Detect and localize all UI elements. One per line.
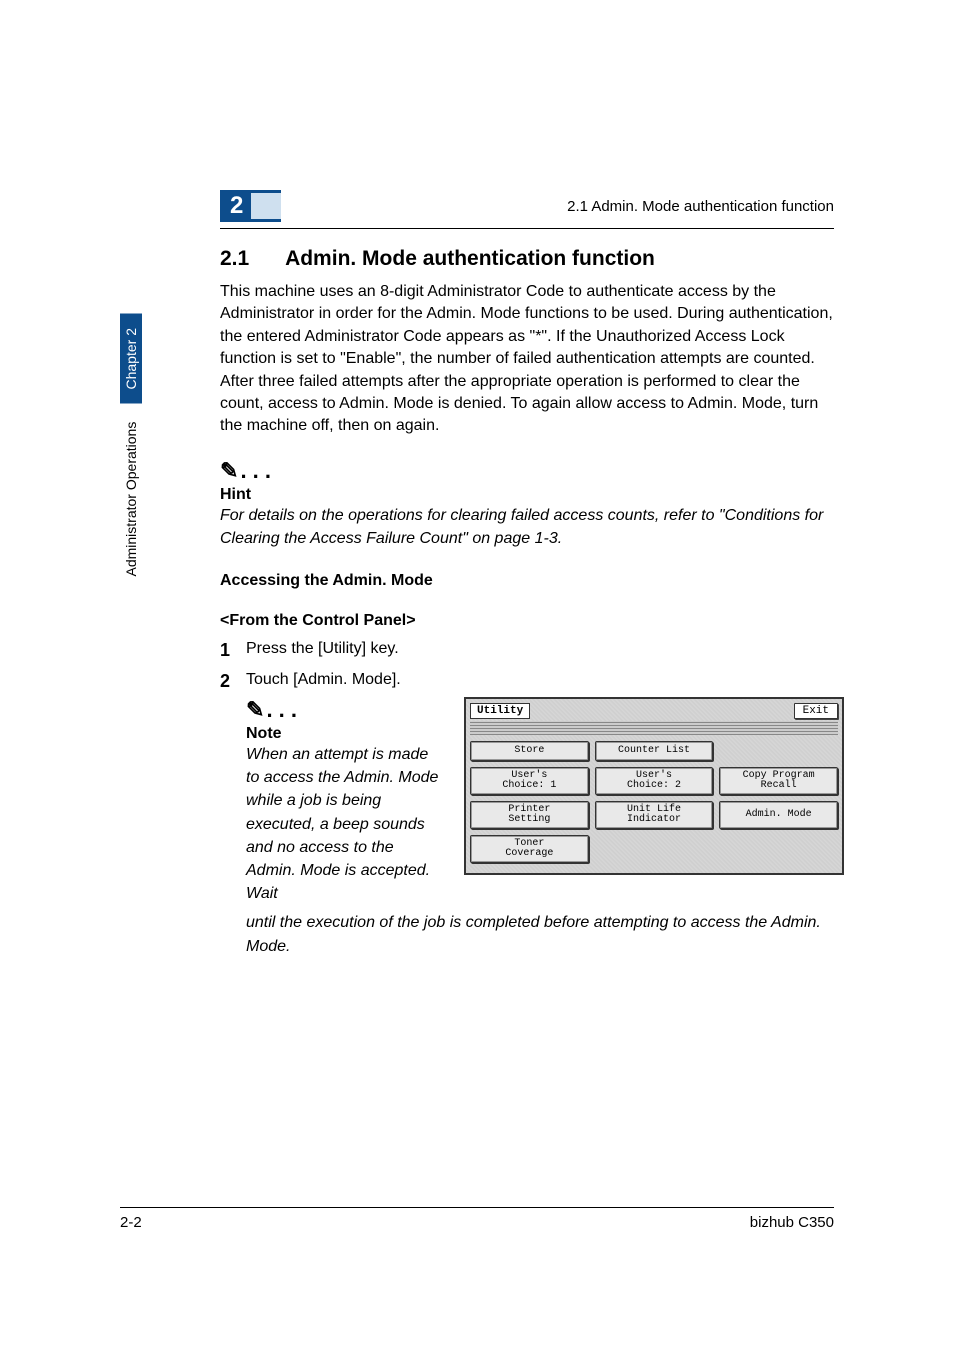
note-text: When an attempt is made to access the Ad…: [246, 743, 446, 905]
lcd-title: Utility: [470, 703, 530, 719]
lcd-screenshot: Utility Exit Store Counter List User's C…: [464, 697, 844, 875]
side-tab: Administrator Operations Chapter 2: [120, 300, 142, 591]
hint-icon: ✎: [220, 458, 238, 483]
lcd-separator: [470, 721, 838, 735]
lcd-btn-users-choice-2[interactable]: User's Choice: 2: [595, 767, 714, 795]
section-heading: 2.1 Admin. Mode authentication function: [220, 247, 834, 271]
subhead-panel: <From the Control Panel>: [220, 612, 834, 630]
step-2-text: Touch [Admin. Mode].: [246, 671, 844, 689]
chapter-badge: 2: [220, 190, 281, 222]
note-dots: . . .: [266, 697, 297, 722]
side-tab-section: Administrator Operations: [120, 408, 142, 591]
running-header-title: 2.1 Admin. Mode authentication function: [567, 198, 834, 215]
section-title: Admin. Mode authentication function: [285, 247, 655, 270]
lcd-btn-counter-list[interactable]: Counter List: [595, 741, 714, 761]
lcd-btn-admin-mode[interactable]: Admin. Mode: [719, 801, 838, 829]
hint-text: For details on the operations for cleari…: [220, 504, 834, 550]
lcd-btn-toner-coverage[interactable]: Toner Coverage: [470, 835, 589, 863]
side-tab-chapter: Chapter 2: [120, 314, 142, 403]
footer-page-number: 2-2: [120, 1214, 142, 1231]
note-continuation: until the execution of the job is comple…: [246, 911, 844, 957]
lcd-btn-store[interactable]: Store: [470, 741, 589, 761]
footer-product: bizhub C350: [750, 1214, 834, 1231]
hint-dots: . . .: [240, 458, 271, 483]
section-number: 2.1: [220, 247, 280, 271]
lcd-btn-copy-program-recall[interactable]: Copy Program Recall: [719, 767, 838, 795]
step-1-number: 1: [220, 640, 246, 661]
step-2-number: 2: [220, 671, 246, 692]
lcd-btn-printer-setting[interactable]: Printer Setting: [470, 801, 589, 829]
hint-label: Hint: [220, 486, 834, 504]
chapter-badge-tail: [251, 193, 281, 219]
section-intro: This machine uses an 8-digit Administrat…: [220, 281, 834, 438]
subhead-accessing: Accessing the Admin. Mode: [220, 572, 834, 590]
step-1-text: Press the [Utility] key.: [246, 640, 834, 658]
header-rule: [220, 228, 834, 229]
chapter-number: 2: [220, 190, 251, 222]
note-icon: ✎: [246, 697, 264, 722]
lcd-btn-users-choice-1[interactable]: User's Choice: 1: [470, 767, 589, 795]
lcd-exit-button[interactable]: Exit: [794, 703, 838, 719]
lcd-btn-unit-life-indicator[interactable]: Unit Life Indicator: [595, 801, 714, 829]
note-label: Note: [246, 725, 446, 743]
